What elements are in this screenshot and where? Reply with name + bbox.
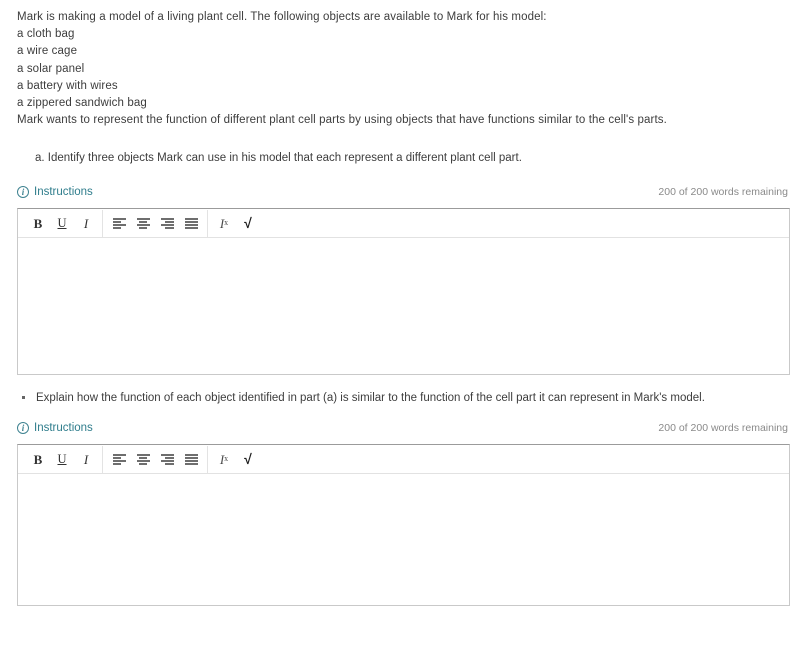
bold-button[interactable]: B <box>26 212 50 234</box>
stem-line-object-4: a battery with wires <box>17 79 118 92</box>
bold-button[interactable]: B <box>26 448 50 470</box>
question-stem: Mark is making a model of a living plant… <box>17 9 790 129</box>
editor-toolbar-b: B U I I x √ <box>18 445 789 475</box>
underline-button[interactable]: U <box>50 448 74 470</box>
instructions-label: Instructions <box>34 186 93 199</box>
part-b-section: Explain how the function of each object … <box>17 390 790 407</box>
stem-line-intro: Mark is making a model of a living plant… <box>17 11 547 23</box>
align-left-button[interactable] <box>107 448 131 470</box>
remove-format-subscript: x <box>224 454 229 464</box>
toolbar-group-alignment <box>103 210 207 237</box>
part-b-answer-block: i Instructions 200 of 200 words remainin… <box>17 421 790 607</box>
toolbar-group-tools: Ix √ <box>208 446 264 473</box>
align-justify-icon <box>184 453 198 465</box>
align-left-button[interactable] <box>107 212 131 234</box>
align-center-button[interactable] <box>131 448 155 470</box>
bullet-icon <box>20 390 36 405</box>
answer-input-a[interactable] <box>18 238 789 375</box>
part-a-answer-block: i Instructions 200 of 200 words remainin… <box>17 185 790 376</box>
toolbar-group-tools: Ix √ <box>208 210 264 237</box>
remove-format-subscript: x <box>224 218 229 228</box>
math-equation-button[interactable]: √ <box>236 448 260 470</box>
italic-button[interactable]: I <box>74 448 98 470</box>
rich-text-editor-a: B U I I x √ <box>17 208 790 376</box>
remove-format-button[interactable]: Ix <box>212 448 236 470</box>
toolbar-group-text-style: B U I <box>22 210 102 237</box>
answer-input-b[interactable] <box>18 474 789 606</box>
editor-toolbar-a: B U I I x √ <box>18 209 789 239</box>
align-right-icon <box>160 453 174 465</box>
stem-line-outro: Mark wants to represent the function of … <box>17 114 667 127</box>
toolbar-group-text-style: B U I <box>22 446 102 473</box>
underline-button[interactable]: U <box>50 212 74 234</box>
toolbar-group-alignment <box>103 446 207 473</box>
info-circle-icon: i <box>17 186 29 199</box>
part-b-text: Explain how the function of each object … <box>36 392 705 405</box>
rich-text-editor-b: B U I I x √ <box>17 444 790 607</box>
remove-format-button[interactable]: Ix <box>212 212 236 234</box>
stem-line-object-1: a cloth bag <box>17 28 75 41</box>
instructions-bar-b: i Instructions 200 of 200 words remainin… <box>17 421 790 435</box>
align-justify-button[interactable] <box>179 212 203 234</box>
part-b-prompt: Explain how the function of each object … <box>20 390 790 407</box>
stem-line-object-2: a wire cage <box>17 45 78 58</box>
info-circle-icon: i <box>17 422 29 435</box>
align-right-icon <box>160 217 174 229</box>
align-left-icon <box>112 217 126 229</box>
align-left-icon <box>112 453 126 465</box>
stem-line-object-3: a solar panel <box>17 62 85 75</box>
question-page: Mark is making a model of a living plant… <box>0 0 800 669</box>
align-center-icon <box>136 217 150 229</box>
align-center-button[interactable] <box>131 212 155 234</box>
word-counter-b: 200 of 200 words remaining <box>658 422 788 435</box>
word-counter-a: 200 of 200 words remaining <box>658 186 788 199</box>
instructions-bar-a: i Instructions 200 of 200 words remainin… <box>17 185 790 199</box>
part-a-prompt: a. Identify three objects Mark can use i… <box>35 152 522 165</box>
align-right-button[interactable] <box>155 212 179 234</box>
instructions-link-b[interactable]: i Instructions <box>17 421 93 435</box>
stem-line-object-5: a zippered sandwich bag <box>17 97 147 110</box>
italic-button[interactable]: I <box>74 212 98 234</box>
align-center-icon <box>136 453 150 465</box>
instructions-link-a[interactable]: i Instructions <box>17 185 93 199</box>
align-right-button[interactable] <box>155 448 179 470</box>
align-justify-button[interactable] <box>179 448 203 470</box>
align-justify-icon <box>184 217 198 229</box>
math-equation-button[interactable]: √ <box>236 212 260 234</box>
instructions-label: Instructions <box>34 422 93 435</box>
